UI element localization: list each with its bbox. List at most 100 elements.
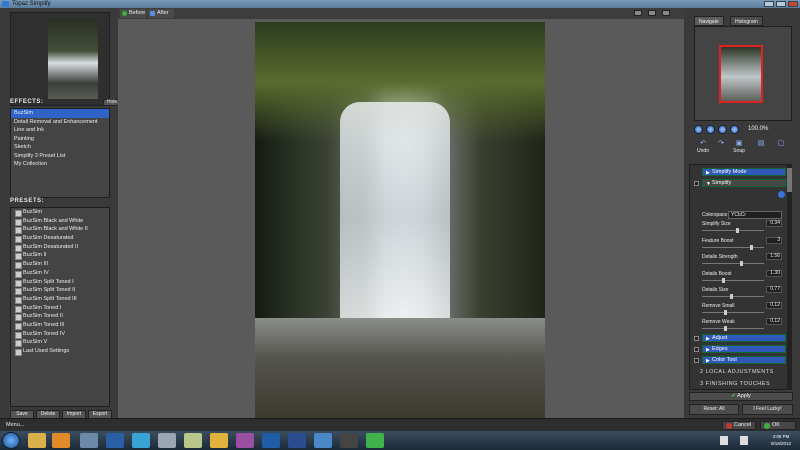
- tab-after[interactable]: After: [148, 9, 174, 18]
- volume-icon[interactable]: [740, 436, 748, 445]
- tab-navigate[interactable]: Navigate: [694, 16, 724, 26]
- slider-value[interactable]: 1.30: [766, 270, 782, 277]
- zoom-out-icon[interactable]: [694, 125, 703, 134]
- preset-item[interactable]: BuzSim Split Toned III: [11, 295, 109, 304]
- details-boost-slider[interactable]: Details Boost 1.30: [702, 270, 782, 285]
- slider-knob[interactable]: [740, 261, 743, 266]
- effect-item[interactable]: Line and Ink: [11, 126, 109, 135]
- network-icon[interactable]: [80, 433, 98, 448]
- simplify-size-slider[interactable]: Simplify Size 0.34: [702, 220, 782, 235]
- clock[interactable]: 4:05 PM 9/18/2012: [764, 433, 798, 448]
- preset-item[interactable]: BuzSim Split Toned I: [11, 278, 109, 287]
- slider-value[interactable]: 0.77: [766, 286, 782, 293]
- slider-knob[interactable]: [724, 326, 727, 331]
- preset-item[interactable]: BuzSim Toned I: [11, 304, 109, 313]
- compare-button[interactable]: ▤: [752, 140, 770, 156]
- slider-track[interactable]: [702, 230, 764, 231]
- ok-button[interactable]: OK: [760, 421, 796, 430]
- single-view-icon[interactable]: [634, 10, 642, 16]
- cancel-button[interactable]: Cancel: [722, 421, 756, 430]
- edges-checkbox[interactable]: [694, 347, 699, 352]
- zoom-actual-icon[interactable]: [730, 125, 739, 134]
- slider-knob[interactable]: [724, 310, 727, 315]
- video-editor-icon[interactable]: [236, 433, 254, 448]
- feature-boost-slider[interactable]: Feature Boost 3: [702, 237, 782, 252]
- slider-value[interactable]: 0.12: [766, 302, 782, 309]
- preset-item[interactable]: BuzSim Black and White II: [11, 225, 109, 235]
- remove-small-slider[interactable]: Remove Small 0.12: [702, 302, 782, 317]
- effect-item[interactable]: Painting: [11, 135, 109, 144]
- slider-value[interactable]: 0.34: [766, 220, 782, 227]
- preset-item[interactable]: BuzSim: [11, 208, 109, 217]
- menu-button[interactable]: Menu...: [2, 421, 36, 430]
- details-strength-slider[interactable]: Details Strength 1.56: [702, 253, 782, 268]
- explorer-icon[interactable]: [28, 433, 46, 448]
- undo-button[interactable]: ↶ Undo: [694, 140, 712, 156]
- media-player-icon[interactable]: [52, 433, 70, 448]
- slider-value[interactable]: 0.12: [766, 318, 782, 325]
- redo-button[interactable]: ↷: [712, 140, 730, 156]
- adjustments-scrollbar[interactable]: [787, 164, 792, 390]
- feel-lucky-button[interactable]: I Feel Lucky!: [742, 404, 793, 415]
- split-view-icon[interactable]: [648, 10, 656, 16]
- scrollbar-thumb[interactable]: [787, 168, 792, 192]
- slider-track[interactable]: [702, 296, 764, 297]
- preset-item[interactable]: BuzSim Split Toned II: [11, 286, 109, 295]
- preset-item[interactable]: BuzSim Desaturated II: [11, 243, 109, 252]
- snowflake-app-icon[interactable]: [314, 433, 332, 448]
- preset-item[interactable]: BuzSim Toned II: [11, 312, 109, 321]
- folder-app-icon[interactable]: [158, 433, 176, 448]
- simplify-checkbox[interactable]: [694, 181, 699, 186]
- preset-item[interactable]: BuzSim II: [11, 251, 109, 261]
- fx-app-icon[interactable]: [340, 433, 358, 448]
- local-adjustments-section[interactable]: 2 LOCAL ADJUSTMENTS: [700, 367, 786, 377]
- preset-item[interactable]: BuzSim Toned IV: [11, 330, 109, 339]
- close-button[interactable]: [788, 1, 798, 7]
- simplify-bar[interactable]: ▼ Simplify: [702, 179, 786, 187]
- preset-item[interactable]: BuzSim Desaturated: [11, 234, 109, 243]
- preset-item[interactable]: BuzSim III: [11, 260, 109, 269]
- refresh-icon[interactable]: [778, 191, 785, 198]
- preset-item[interactable]: BuzSim Toned III: [11, 321, 109, 330]
- navigator-image[interactable]: [719, 45, 763, 103]
- snap-button[interactable]: ▣ Snap: [730, 140, 748, 156]
- photoshop-icon[interactable]: [262, 433, 280, 448]
- effect-item[interactable]: Detail Removal and Enhancement: [11, 118, 109, 127]
- color-tool-bar[interactable]: ▶ Color Tool: [702, 356, 786, 364]
- preset-item[interactable]: BuzSim Black and White: [11, 217, 109, 226]
- app-icon-blue[interactable]: [132, 433, 150, 448]
- slider-track[interactable]: [702, 328, 764, 329]
- effect-item[interactable]: Simplify 3 Preset List: [11, 152, 109, 161]
- tab-before[interactable]: Before: [120, 9, 146, 18]
- slider-knob[interactable]: [730, 294, 733, 299]
- preset-item[interactable]: Last Used Settings: [11, 347, 109, 356]
- network-tray-icon[interactable]: [720, 436, 728, 445]
- reset-all-button[interactable]: Reset: All: [689, 404, 739, 415]
- effect-item[interactable]: Sketch: [11, 143, 109, 152]
- tab-histogram[interactable]: Histogram: [730, 16, 763, 26]
- adjust-checkbox[interactable]: [694, 336, 699, 341]
- colorspace-select[interactable]: YCbCr: [728, 211, 782, 219]
- remove-weak-slider[interactable]: Remove Weak 0.12: [702, 318, 782, 333]
- effect-item[interactable]: BuzSim: [11, 109, 109, 118]
- maximize-button[interactable]: [776, 1, 786, 7]
- zoom-fit-icon[interactable]: [718, 125, 727, 134]
- comment-button[interactable]: ▢: [772, 140, 790, 156]
- slider-knob[interactable]: [750, 245, 753, 250]
- slider-value[interactable]: 1.56: [766, 253, 782, 260]
- slider-track[interactable]: [702, 247, 764, 248]
- slider-knob[interactable]: [736, 228, 739, 233]
- minimize-button[interactable]: [764, 1, 774, 7]
- chrome-icon[interactable]: [210, 433, 228, 448]
- finishing-touches-section[interactable]: 3 FINISHING TOUCHES: [700, 379, 786, 389]
- start-button[interactable]: [2, 432, 20, 449]
- edges-bar[interactable]: ▶ Edges: [702, 345, 786, 353]
- side-by-side-icon[interactable]: [662, 10, 670, 16]
- slider-track[interactable]: [702, 280, 764, 281]
- slider-knob[interactable]: [722, 278, 725, 283]
- slider-value[interactable]: 3: [766, 237, 782, 244]
- preset-item[interactable]: BuzSim IV: [11, 269, 109, 278]
- preset-item[interactable]: BuzSim V: [11, 338, 109, 347]
- zoom-in-icon[interactable]: [706, 125, 715, 134]
- slider-track[interactable]: [702, 263, 764, 264]
